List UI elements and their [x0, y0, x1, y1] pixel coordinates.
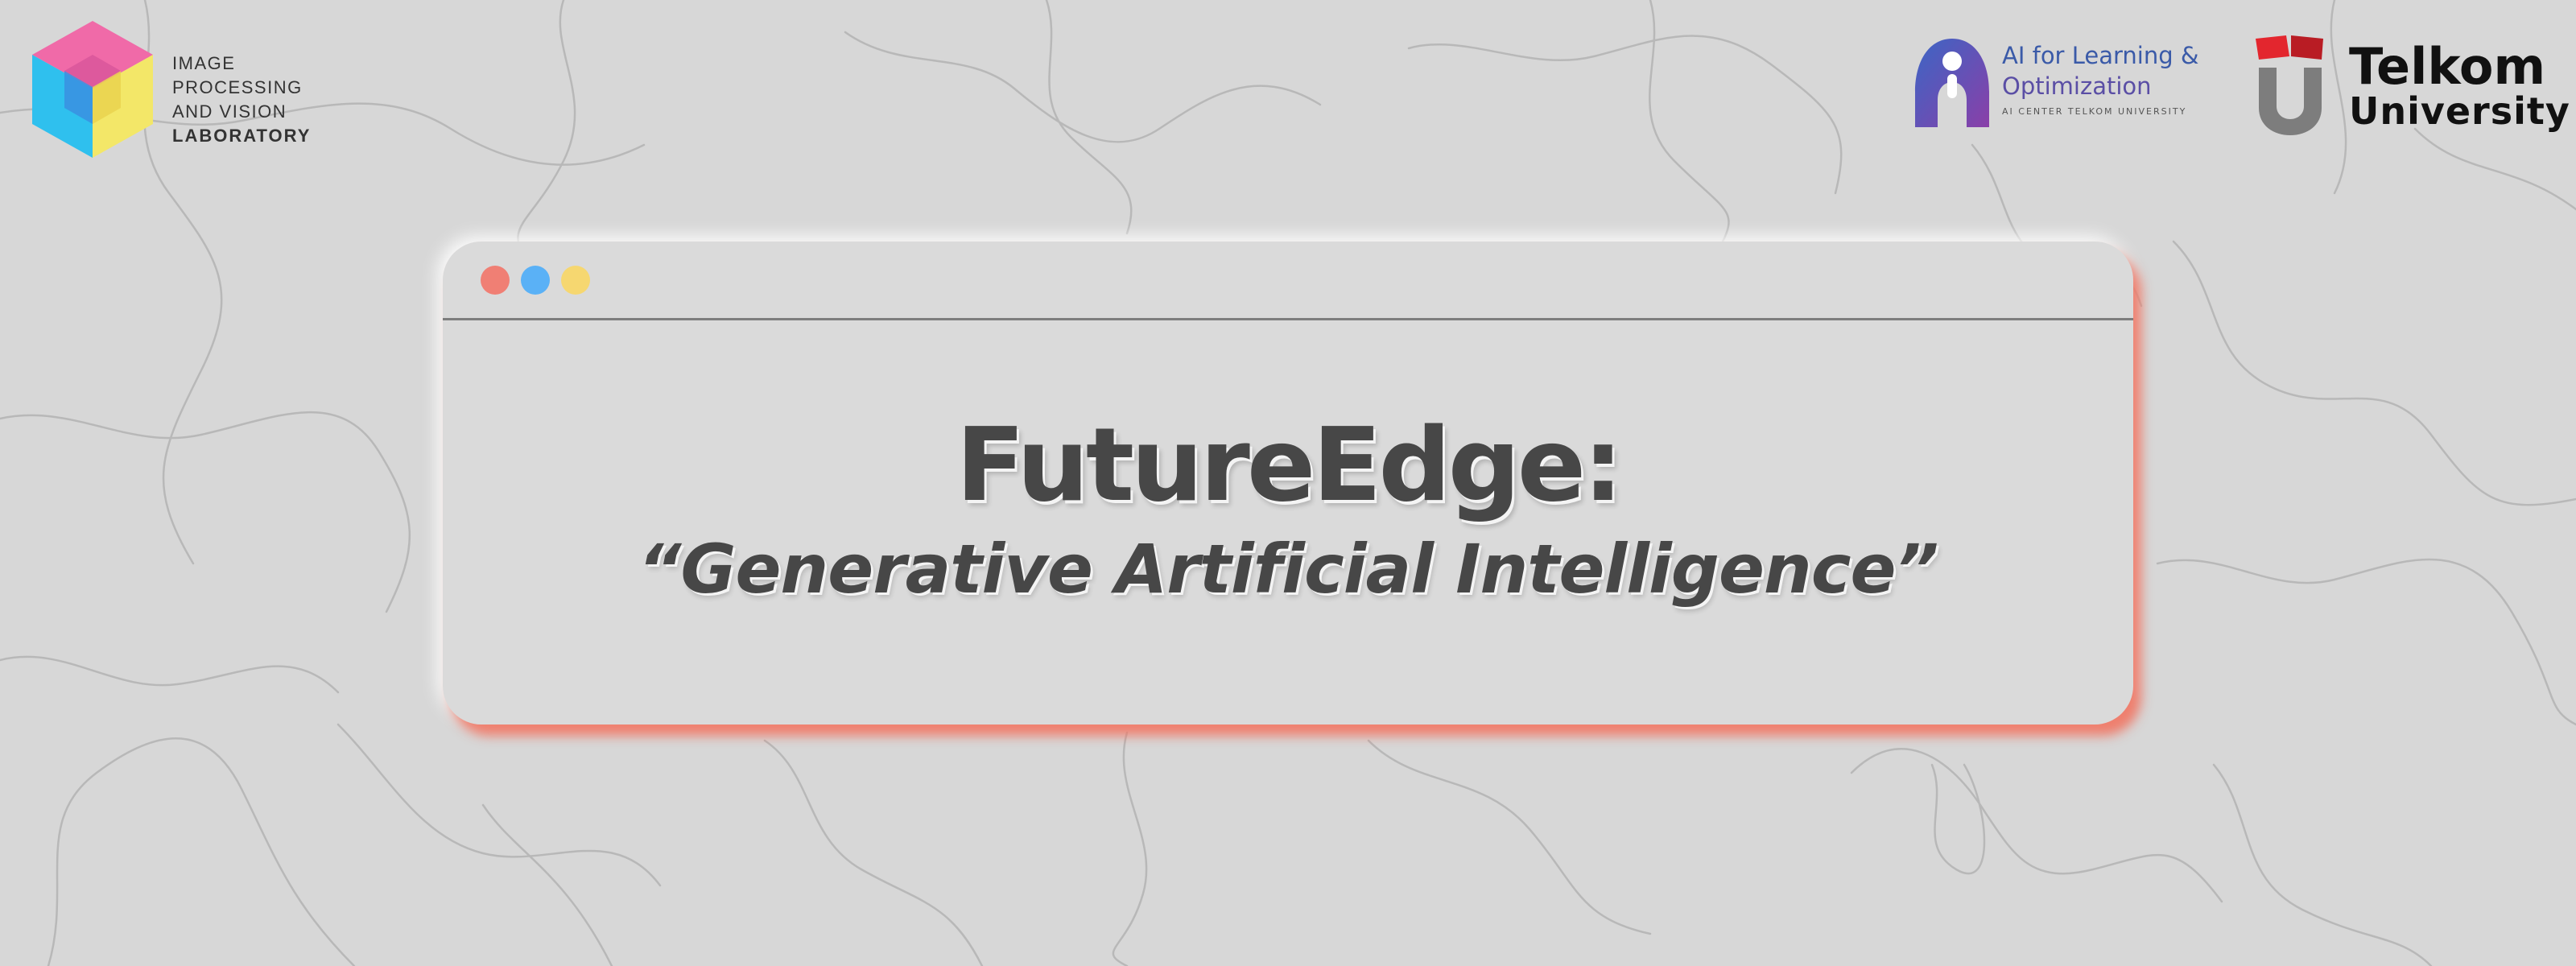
telkom-logo-line2: University [2349, 89, 2570, 133]
cube-logo-icon [32, 21, 153, 158]
window-titlebar [443, 242, 2133, 320]
headline-title: FutureEdge: [956, 406, 1623, 524]
headline-subtitle: “Generative Artificial Intelligence” [638, 530, 1938, 609]
lab-logo-line2: AND VISION [172, 101, 287, 122]
telkom-university-logo: Telkom University [2254, 32, 2570, 141]
ai-logo-line3: AI CENTER TELKOM UNIVERSITY [2002, 106, 2187, 117]
ai-logo-line1: AI for Learning & [2002, 42, 2199, 69]
ai-learning-logo: AI for Learning & Optimization AI CENTER… [1912, 35, 2198, 132]
lab-logo: IMAGE PROCESSING AND VISION LABORATORY [32, 21, 354, 158]
lab-logo-line3: LABORATORY [172, 126, 312, 146]
telkom-u-icon [2256, 35, 2323, 135]
window-close-dot [481, 266, 510, 295]
title-window: FutureEdge: “Generative Artificial Intel… [443, 242, 2133, 724]
ai-person-icon [1915, 39, 1989, 127]
telkom-logo-line1: Telkom [2349, 37, 2546, 96]
window-maximize-dot [561, 266, 590, 295]
ai-logo-line2: Optimization [2002, 72, 2152, 100]
lab-logo-line1: IMAGE PROCESSING [172, 53, 303, 97]
window-minimize-dot [521, 266, 550, 295]
